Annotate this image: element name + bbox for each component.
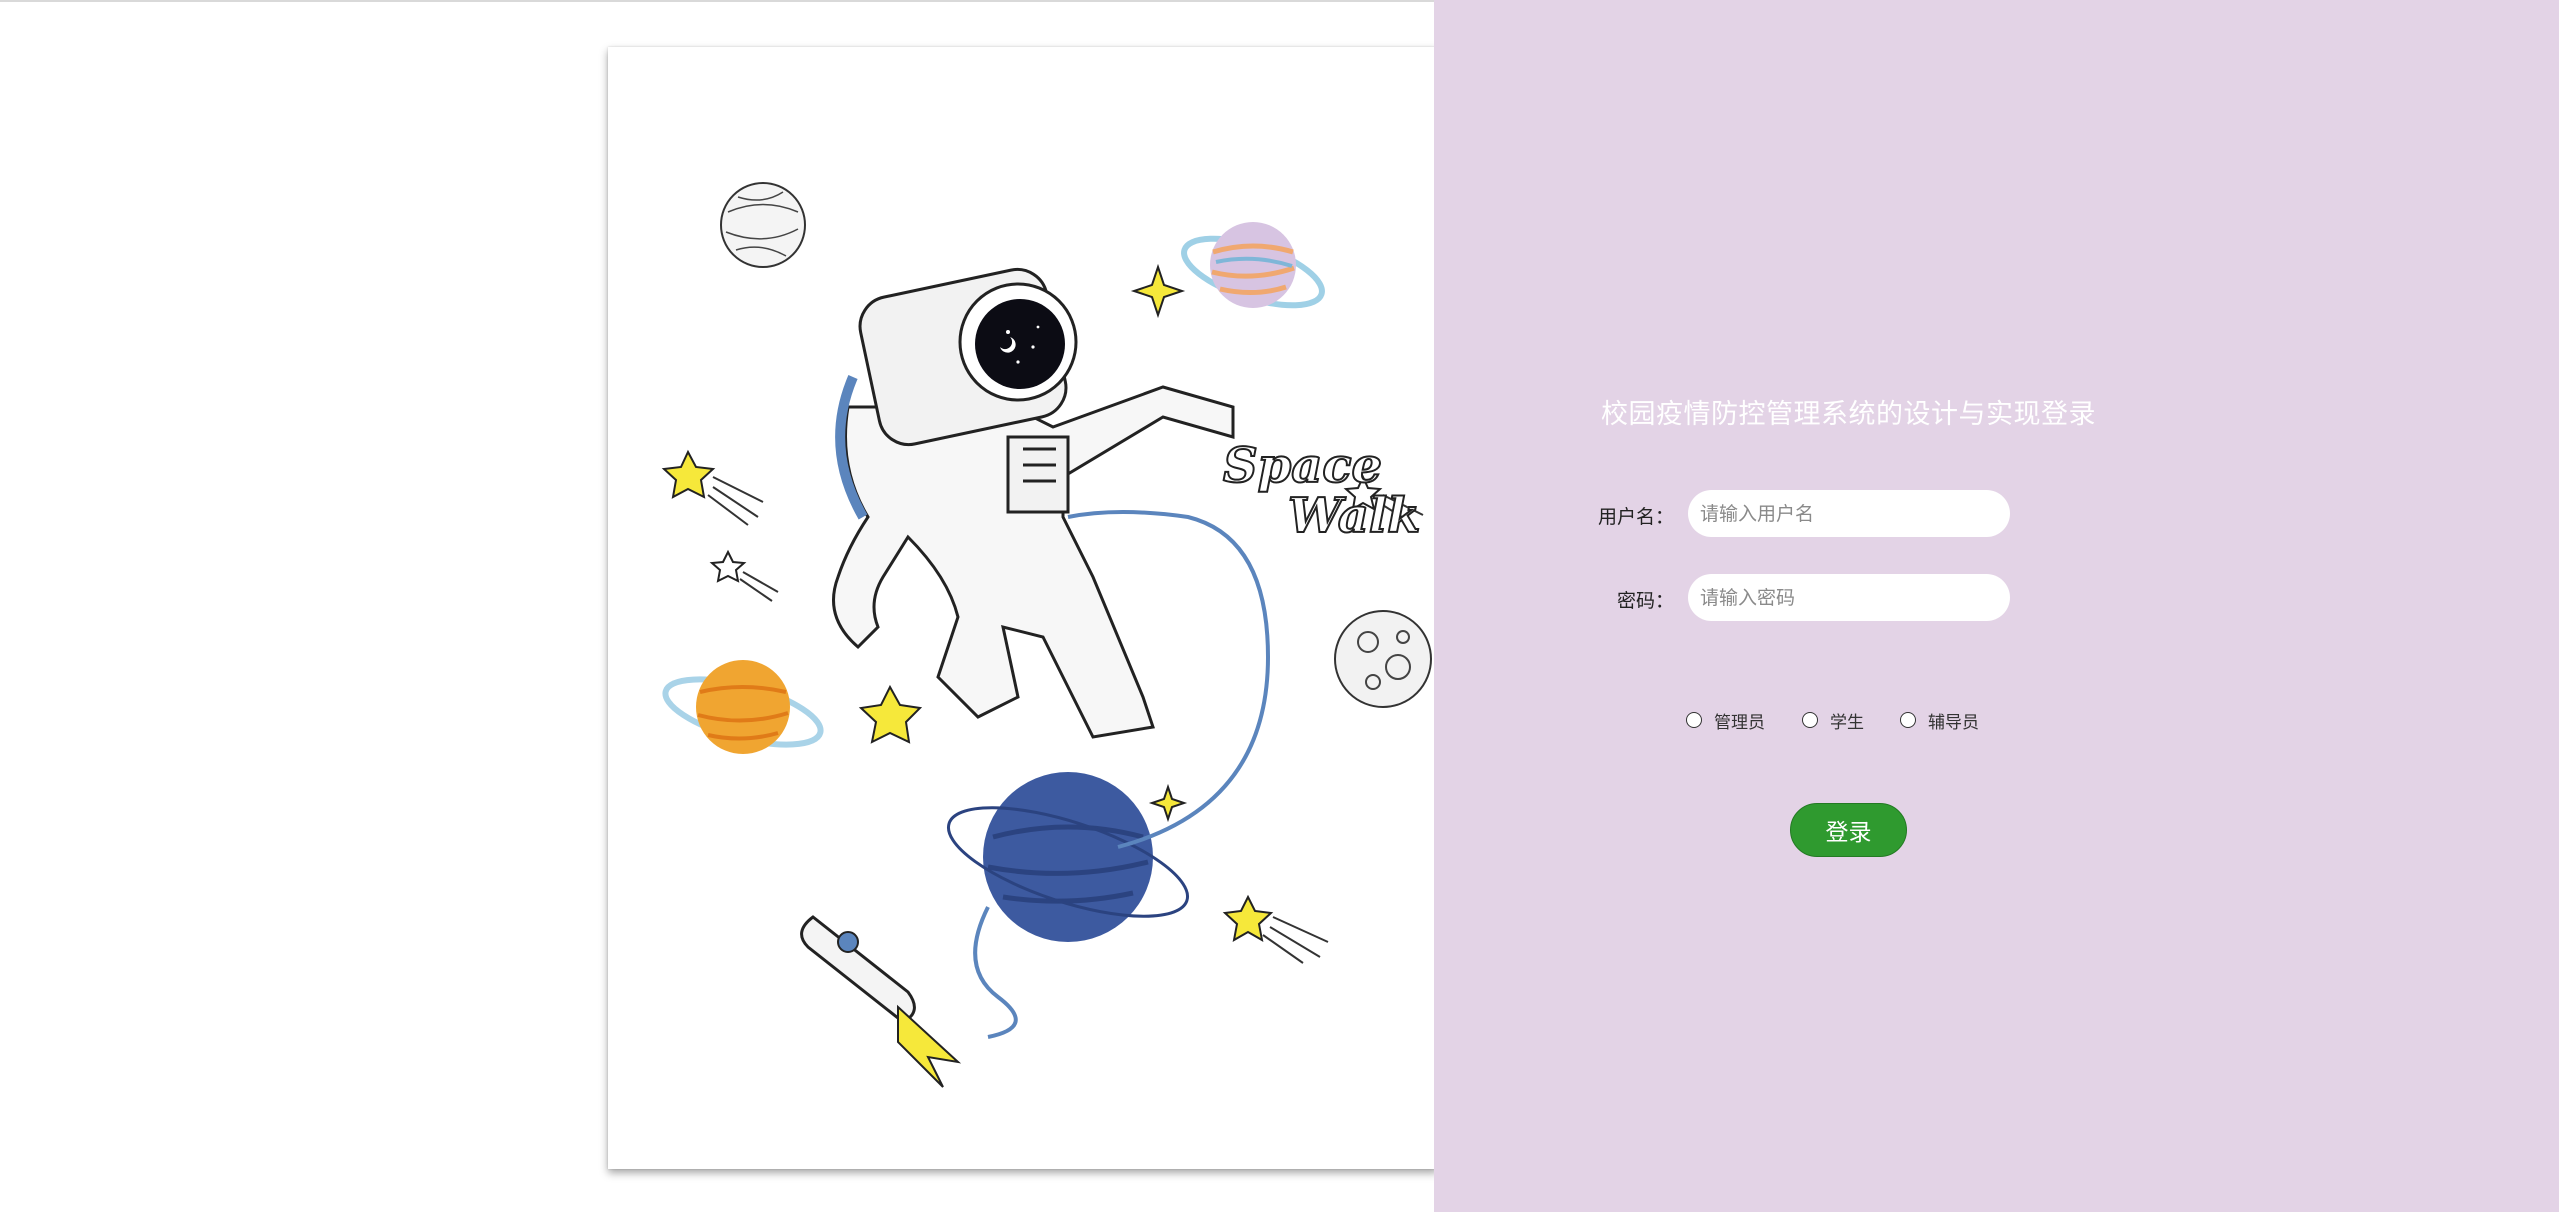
role-option-student[interactable]: 学生 [1802, 708, 1864, 733]
rocket-icon [800, 915, 962, 1088]
astronaut-poster: Space Walk [608, 47, 1438, 1169]
password-input[interactable] [1688, 574, 2010, 621]
space-text: Space [1223, 438, 1382, 494]
login-panel: 校园疫情防控管理系统的设计与实现登录 用户名： 密码： 管理员 学生 辅导员 登… [1434, 0, 2559, 1212]
moon-icon [1334, 610, 1432, 708]
radio-circle-icon[interactable] [1802, 712, 1818, 728]
ringed-planet-orange-icon [662, 660, 824, 754]
astronaut-illustration: Space Walk [661, 182, 1432, 1088]
password-label: 密码： [1616, 590, 1674, 612]
ringed-planet-top-icon [1181, 222, 1325, 309]
radio-circle-icon[interactable] [1900, 712, 1916, 728]
blue-planet-icon [946, 772, 1190, 942]
walk-text: Walk [1288, 488, 1420, 544]
role-label-counselor: 辅导员 [1928, 712, 1979, 733]
role-option-counselor[interactable]: 辅导员 [1900, 708, 1979, 733]
role-label-admin: 管理员 [1714, 712, 1765, 733]
username-input[interactable] [1688, 490, 2010, 537]
page-title: 校园疫情防控管理系统的设计与实现登录 [1601, 399, 2096, 430]
sketch-planet-icon [720, 182, 806, 268]
radio-circle-icon[interactable] [1686, 712, 1702, 728]
username-label: 用户名： [1597, 506, 1674, 528]
astronaut-icon [832, 267, 1235, 739]
role-option-admin[interactable]: 管理员 [1686, 708, 1765, 733]
login-button[interactable]: 登录 [1790, 803, 1907, 857]
role-label-student: 学生 [1830, 712, 1864, 733]
